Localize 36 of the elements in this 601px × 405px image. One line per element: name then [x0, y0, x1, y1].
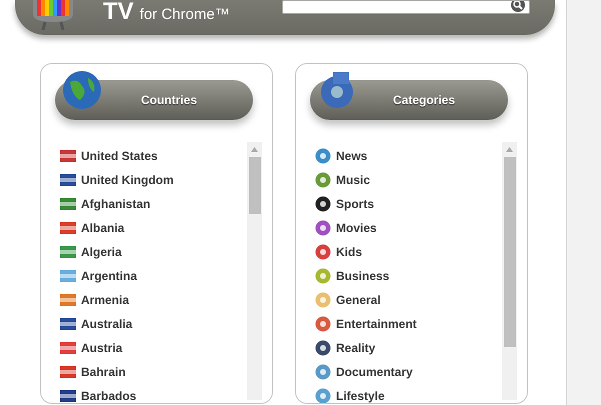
list-item[interactable]: Barbados	[81, 389, 136, 403]
logo-text: TV	[103, 0, 134, 24]
list-item[interactable]: Algeria	[81, 245, 122, 259]
list-item[interactable]: Argentina	[81, 269, 138, 283]
section-title: Countries	[140, 93, 197, 107]
search-icon[interactable]	[511, 1, 525, 13]
tv-icon	[33, 0, 73, 30]
list-item[interactable]: Movies	[336, 221, 377, 235]
list-item[interactable]: United Kingdom	[81, 173, 174, 187]
list-item[interactable]: Kids	[336, 245, 362, 259]
scrollbar[interactable]	[502, 142, 517, 400]
scroll-up-icon[interactable]	[506, 147, 513, 152]
list-item[interactable]: Music	[336, 173, 370, 187]
list-item[interactable]: Lifestyle	[336, 389, 385, 403]
list-item[interactable]: Australia	[81, 317, 132, 331]
list-item[interactable]: Austria	[81, 341, 122, 355]
list-item[interactable]: Business	[336, 269, 390, 283]
scroll-thumb[interactable]	[248, 157, 260, 214]
search-field[interactable]	[282, 0, 530, 14]
logo-subtext: for Chrome™	[140, 7, 230, 24]
list-item[interactable]: Afghanistan	[81, 197, 150, 211]
section-title: Categories	[392, 93, 456, 107]
list-item[interactable]: Albania	[81, 221, 124, 235]
list-item[interactable]: Bahrain	[81, 365, 126, 379]
list-item[interactable]: Entertainment	[336, 317, 417, 331]
list-item[interactable]: Documentary	[336, 365, 413, 379]
list-item[interactable]: Reality	[336, 341, 376, 355]
scroll-up-icon[interactable]	[251, 147, 258, 152]
globe-icon	[62, 70, 102, 110]
list-item[interactable]: Sports	[336, 197, 374, 211]
list-item[interactable]: General	[336, 293, 381, 307]
list-item[interactable]: Armenia	[81, 293, 130, 307]
scroll-thumb[interactable]	[504, 157, 516, 347]
list-item[interactable]: United States	[81, 149, 158, 163]
scrollbar[interactable]	[247, 142, 262, 400]
list-item[interactable]: News	[336, 149, 368, 163]
